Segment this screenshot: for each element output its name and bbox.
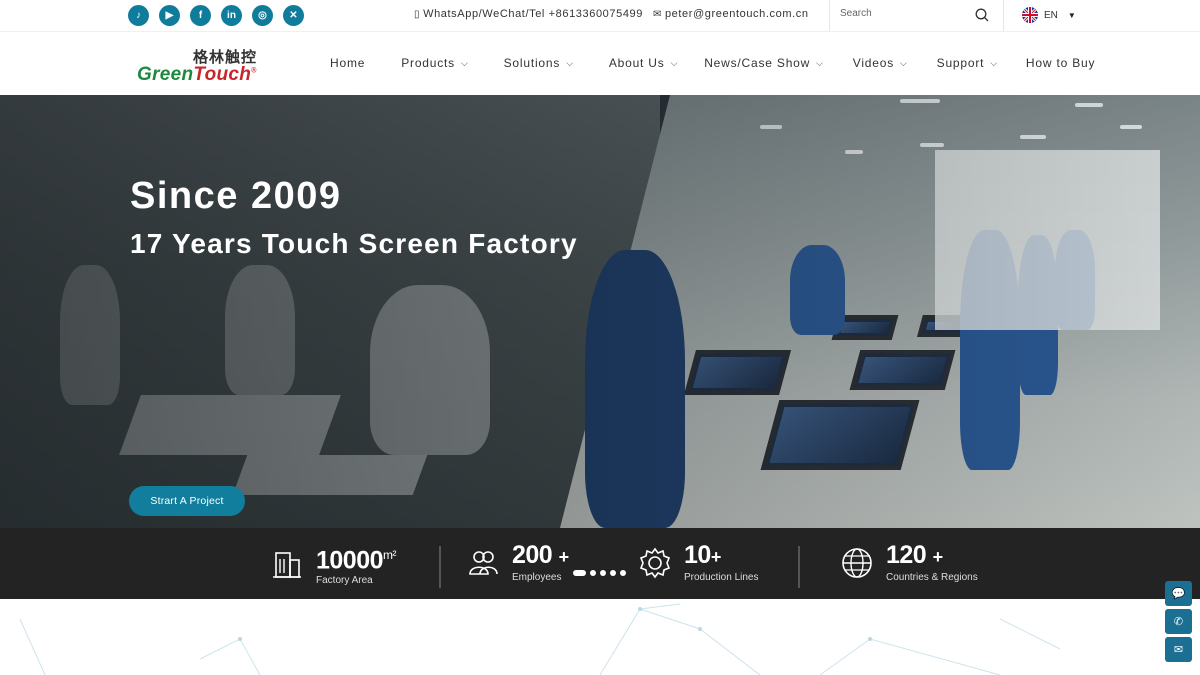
stats-bar: 10000m² Factory Area 200 + Employees 10+… <box>0 528 1200 599</box>
nav-support[interactable]: Support ⌵ <box>937 56 998 70</box>
chevron-down-icon: ⌵ <box>566 57 574 68</box>
carousel-dot-active[interactable] <box>573 570 586 576</box>
nav-home[interactable]: Home <box>330 56 365 70</box>
whatsapp-icon: ✆ <box>1173 616 1184 628</box>
phone-contact[interactable]: ▯ WhatsApp/WeChat/Tel +8613360075499 <box>414 8 643 20</box>
hero-overlay <box>0 95 1200 528</box>
stat-label: Countries & Regions <box>886 572 978 583</box>
stat-label: Employees <box>512 572 562 583</box>
contact-info: ▯ WhatsApp/WeChat/Tel +8613360075499 ✉ pet… <box>414 8 809 20</box>
email-text: peter@greentouch.com.cn <box>664 8 809 20</box>
email-float-button[interactable]: ✉ <box>1165 637 1192 662</box>
main-navbar: 格林触控 GreenTouch® Home Products ⌵ Solution… <box>0 31 1200 95</box>
nav-menu: Home Products ⌵ Solutions ⌵ About Us ⌵ News… <box>330 56 1095 70</box>
mail-icon: ✉ <box>652 9 662 20</box>
stat-unit: + <box>558 547 570 567</box>
building-icon <box>273 552 301 578</box>
logo[interactable]: 格林触控 GreenTouch® <box>137 46 277 86</box>
employees-icon <box>469 550 498 575</box>
stat-value: 10 <box>684 541 711 569</box>
carousel-dot[interactable] <box>610 570 616 576</box>
stat-unit: + <box>710 547 722 567</box>
stat-value: 200 <box>512 541 553 569</box>
linkedin-icon[interactable]: in <box>221 5 242 26</box>
language-selector[interactable]: EN ▼ <box>1022 7 1076 23</box>
top-bar: ♪ ▶ f in ◎ ✕ ▯ WhatsApp/WeChat/Tel +86133… <box>0 0 1200 31</box>
decorative-network-lines <box>19 603 1061 675</box>
whatsapp-float-button[interactable]: ✆ <box>1165 609 1192 634</box>
hero-subtitle: 17 Years Touch Screen Factory <box>130 228 578 259</box>
caret-down-icon: ▼ <box>1067 10 1076 20</box>
hero-banner: Since 2009 17 Years Touch Screen Factory… <box>0 95 1200 528</box>
stat-unit: + <box>932 547 944 567</box>
stat-unit: m² <box>383 548 397 562</box>
language-label: EN <box>1044 9 1058 21</box>
phone-icon: ▯ <box>414 9 421 20</box>
facebook-icon[interactable]: f <box>190 5 211 26</box>
social-links: ♪ ▶ f in ◎ ✕ <box>128 5 304 26</box>
nav-solutions[interactable]: Solutions ⌵ <box>504 56 574 70</box>
wechat-float-button[interactable]: 💬 <box>1165 581 1192 606</box>
search-icon[interactable] <box>975 8 989 22</box>
chevron-down-icon: ⌵ <box>460 57 469 68</box>
nav-news-case-show[interactable]: News/Case Show ⌵ <box>704 56 824 70</box>
carousel-dot[interactable] <box>590 570 596 576</box>
nav-videos[interactable]: Videos ⌵ <box>853 56 908 70</box>
tiktok-icon[interactable]: ♪ <box>128 5 149 26</box>
stat-label: Production Lines <box>684 572 759 583</box>
chevron-down-icon: ⌵ <box>900 57 908 68</box>
stat-value: 120 <box>886 541 927 569</box>
carousel-dot[interactable] <box>620 570 626 576</box>
youtube-icon[interactable]: ▶ <box>159 5 180 26</box>
stat-label: Factory Area <box>316 575 373 587</box>
carousel-dot[interactable] <box>600 570 606 576</box>
globe-icon <box>842 547 872 578</box>
chevron-down-icon: ⌵ <box>990 57 998 68</box>
wechat-icon: 💬 <box>1171 588 1186 600</box>
carousel-dots <box>573 570 626 576</box>
instagram-icon[interactable]: ◎ <box>252 5 273 26</box>
hero-title: Since 2009 <box>130 175 342 217</box>
nav-about-us[interactable]: About Us ⌵ <box>609 56 678 70</box>
search-input[interactable] <box>840 8 960 19</box>
email-icon: ✉ <box>1173 644 1184 656</box>
divider <box>798 546 800 588</box>
stat-value: 10000 <box>316 546 384 575</box>
uk-flag-icon <box>1022 7 1038 23</box>
stat-employees: 200 + Employees <box>466 542 569 583</box>
chevron-down-icon: ⌵ <box>670 57 679 68</box>
logo-english-text: GreenTouch® <box>137 64 257 85</box>
gear-icon <box>639 547 671 578</box>
email-contact[interactable]: ✉ peter@greentouch.com.cn <box>653 8 809 20</box>
start-project-button[interactable]: Strart A Project <box>129 486 245 516</box>
search-box <box>829 0 1004 31</box>
nav-how-to-buy[interactable]: How to Buy <box>1026 56 1095 70</box>
x-icon[interactable]: ✕ <box>283 5 304 26</box>
stat-production-lines: 10+ Production Lines <box>638 542 759 583</box>
divider <box>439 546 441 588</box>
phone-text: WhatsApp/WeChat/Tel +8613360075499 <box>423 8 643 20</box>
stat-factory-area: 10000m² Factory Area <box>270 542 397 587</box>
next-section <box>0 599 1200 675</box>
chevron-down-icon: ⌵ <box>816 57 824 68</box>
stat-countries: 120 + Countries & Regions <box>840 542 978 583</box>
nav-products[interactable]: Products ⌵ <box>401 56 468 70</box>
